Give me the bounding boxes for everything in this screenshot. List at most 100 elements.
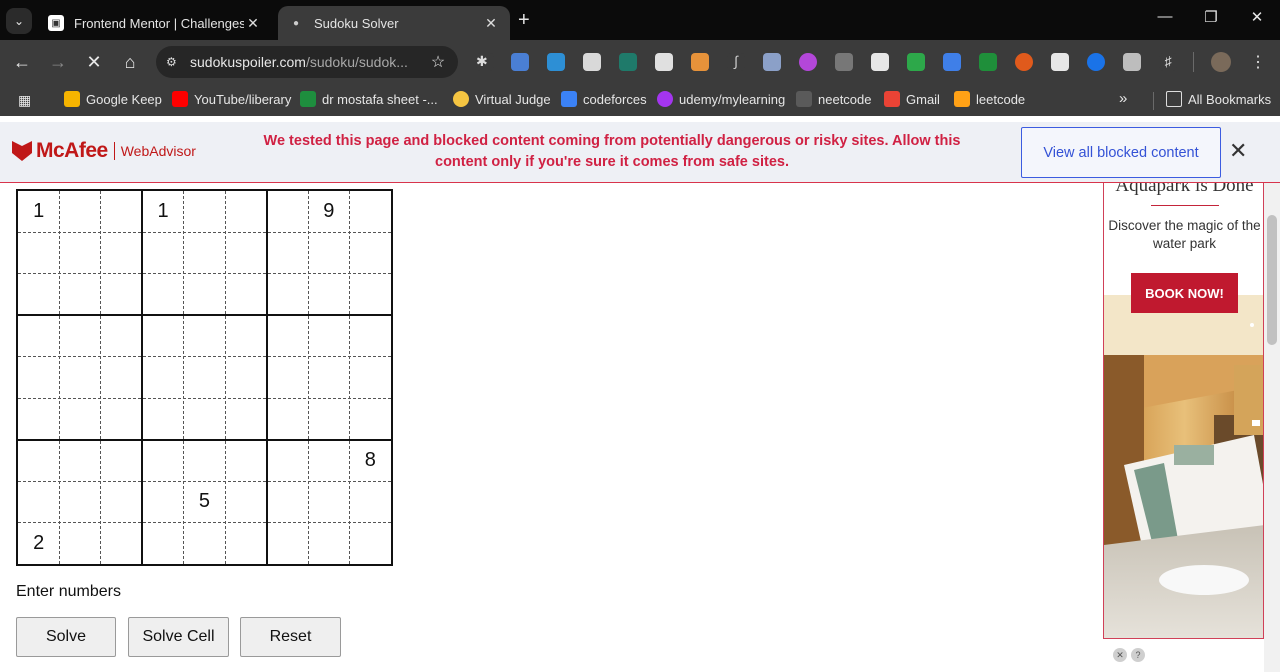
sudoku-cell[interactable] [142, 274, 183, 315]
download-icon[interactable] [907, 53, 925, 71]
book-now-button[interactable]: BOOK NOW! [1131, 273, 1238, 313]
sudoku-cell[interactable] [225, 440, 266, 481]
sudoku-cell[interactable] [267, 481, 308, 522]
sudoku-cell[interactable]: 5 [184, 481, 225, 522]
color-picker-icon[interactable] [799, 53, 817, 71]
bookmark-virtual-judge[interactable]: Virtual Judge [453, 91, 551, 107]
sudoku-cell[interactable] [59, 440, 100, 481]
bookmark-neetcode[interactable]: neetcode [796, 91, 872, 107]
sudoku-cell[interactable] [101, 398, 142, 439]
sudoku-cell[interactable] [350, 357, 391, 398]
sudoku-cell[interactable] [59, 315, 100, 356]
sudoku-cell[interactable] [267, 398, 308, 439]
sudoku-cell[interactable] [225, 357, 266, 398]
sudoku-cell[interactable] [350, 481, 391, 522]
script-icon[interactable]: ∫ [727, 53, 745, 71]
sudoku-cell[interactable] [308, 523, 349, 564]
back-arrow-icon[interactable]: ← [10, 50, 34, 74]
sudoku-cell[interactable] [308, 398, 349, 439]
stop-loading-icon[interactable]: ✕ [82, 50, 106, 74]
sudoku-cell[interactable] [350, 315, 391, 356]
sudoku-cell[interactable] [350, 523, 391, 564]
sudoku-cell[interactable] [184, 191, 225, 232]
qr-code-icon[interactable] [1051, 53, 1069, 71]
close-tab-icon[interactable]: ✕ [244, 15, 262, 32]
radio-icon[interactable] [547, 53, 565, 71]
sudoku-cell[interactable] [184, 523, 225, 564]
tab-frontend-mentor[interactable]: ▣ Frontend Mentor | Challenges ✕ [38, 6, 272, 40]
sudoku-cell[interactable] [142, 232, 183, 273]
sudoku-cell[interactable] [308, 357, 349, 398]
sudoku-cell[interactable] [18, 357, 59, 398]
sudoku-cell[interactable] [101, 440, 142, 481]
more-bookmarks-icon[interactable]: » [1119, 90, 1127, 107]
sudoku-cell[interactable] [267, 315, 308, 356]
view-blocked-content-button[interactable]: View all blocked content [1021, 127, 1221, 178]
sudoku-cell[interactable] [184, 232, 225, 273]
home-icon[interactable]: ⌂ [118, 50, 142, 74]
sudoku-cell[interactable]: 9 [308, 191, 349, 232]
bookmark-leetcode[interactable]: leetcode [954, 91, 1025, 107]
extensions-puzzle-icon[interactable]: ♯ [1159, 53, 1177, 71]
sudoku-cell[interactable] [142, 398, 183, 439]
sudoku-cell[interactable] [225, 523, 266, 564]
sudoku-cell[interactable] [184, 315, 225, 356]
translate-icon[interactable] [511, 53, 529, 71]
sudoku-cell[interactable] [225, 191, 266, 232]
sudoku-cell[interactable] [59, 274, 100, 315]
address-bar[interactable]: ⚙ sudokuspoiler.com/sudoku/sudok... ☆ [156, 46, 458, 78]
sudoku-cell[interactable] [142, 315, 183, 356]
sudoku-cell[interactable] [350, 398, 391, 439]
share-icon[interactable] [943, 53, 961, 71]
bookmark-gmail[interactable]: Gmail [884, 91, 940, 107]
all-bookmarks-folder[interactable]: All Bookmarks [1166, 91, 1271, 107]
sudoku-cell[interactable] [184, 440, 225, 481]
sudoku-cell[interactable] [350, 274, 391, 315]
sudoku-cell[interactable] [184, 357, 225, 398]
advertisement[interactable]: Aquapark is Done Discover the magic of t… [1103, 183, 1264, 639]
solve-cell-button[interactable]: Solve Cell [128, 617, 229, 657]
sudoku-cell[interactable]: 1 [18, 191, 59, 232]
solve-button[interactable]: Solve [16, 617, 116, 657]
sudoku-cell[interactable] [350, 232, 391, 273]
sudoku-cell[interactable] [267, 440, 308, 481]
code-icon[interactable] [619, 53, 637, 71]
sudoku-cell[interactable] [184, 274, 225, 315]
bookmark-codeforces[interactable]: codeforces [561, 91, 647, 107]
reset-button[interactable]: Reset [240, 617, 341, 657]
sudoku-cell[interactable] [225, 398, 266, 439]
sudoku-cell[interactable] [267, 523, 308, 564]
sudoku-cell[interactable] [101, 191, 142, 232]
bookmark-udemy[interactable]: udemy/mylearning [657, 91, 785, 107]
blue-ext-icon[interactable] [1087, 53, 1105, 71]
sudoku-cell[interactable] [267, 274, 308, 315]
sudoku-cell[interactable] [59, 481, 100, 522]
sudoku-cell[interactable] [59, 232, 100, 273]
sudoku-cell[interactable] [184, 398, 225, 439]
sudoku-cell[interactable] [225, 315, 266, 356]
forward-arrow-icon[interactable]: → [46, 50, 70, 74]
document-icon[interactable] [583, 53, 601, 71]
close-window-icon[interactable]: ✕ [1242, 8, 1272, 26]
sudoku-cell[interactable] [142, 481, 183, 522]
restore-icon[interactable]: ❐ [1196, 8, 1226, 26]
profile-avatar[interactable] [1211, 52, 1231, 72]
sudoku-cell[interactable] [267, 357, 308, 398]
sudoku-cell[interactable] [308, 481, 349, 522]
eyedropper-icon[interactable] [871, 53, 889, 71]
sudoku-cell[interactable] [142, 357, 183, 398]
sudoku-cell[interactable] [308, 440, 349, 481]
sudoku-cell[interactable] [267, 232, 308, 273]
tab-search-button[interactable]: ⌄ [6, 8, 32, 34]
bookmark-dr-mostafa[interactable]: dr mostafa sheet -... [300, 91, 438, 107]
sudoku-cell[interactable] [101, 274, 142, 315]
sudoku-cell[interactable]: 8 [350, 440, 391, 481]
orange-ext-icon[interactable] [1015, 53, 1033, 71]
extension-icon[interactable]: ✱ [476, 53, 494, 71]
sudoku-cell[interactable] [18, 440, 59, 481]
sudoku-cell[interactable] [18, 481, 59, 522]
sudoku-cell[interactable] [225, 232, 266, 273]
sudoku-cell[interactable] [18, 398, 59, 439]
apps-grid-icon[interactable]: ▦ [18, 92, 31, 109]
sudoku-cell[interactable] [308, 315, 349, 356]
